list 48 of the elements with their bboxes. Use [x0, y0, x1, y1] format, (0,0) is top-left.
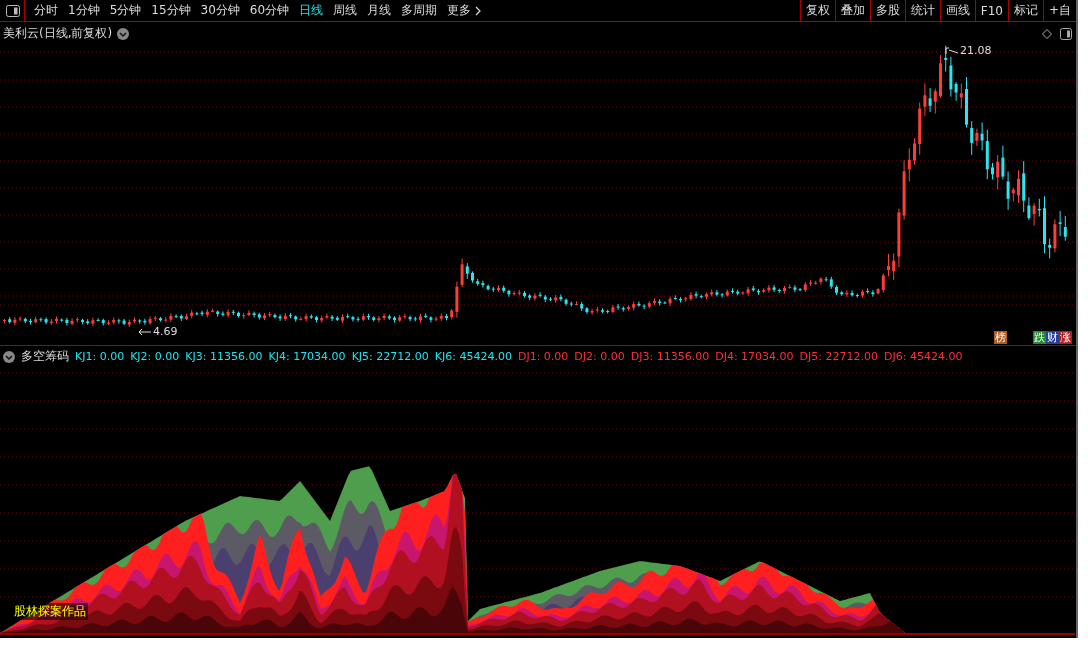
period-tab[interactable]: 日线: [294, 2, 329, 19]
indicator-value: DJ5: 22712.00: [799, 350, 878, 363]
toolbar-button[interactable]: 叠加: [834, 0, 870, 21]
period-tab[interactable]: 周线: [328, 2, 363, 19]
indicator-value: KJ3: 11356.00: [185, 350, 263, 363]
tag: 跌: [1033, 331, 1046, 344]
chevron-icon: [475, 5, 482, 16]
toolbar-button[interactable]: 统计: [904, 0, 940, 21]
toolbar-button[interactable]: 多股: [869, 0, 905, 21]
stock-title: 美利云(日线,前复权): [3, 25, 113, 42]
indicator-value: DJ6: 45424.00: [884, 350, 963, 363]
tag: 涨: [1059, 331, 1072, 344]
low-price-label: 4.69: [153, 325, 178, 338]
toolbar-button[interactable]: +自: [1042, 0, 1076, 21]
dropdown-icon[interactable]: [3, 350, 15, 363]
period-tab[interactable]: 30分钟: [195, 2, 245, 19]
toolbar-button[interactable]: 标记: [1007, 0, 1043, 21]
period-tab[interactable]: 多周期: [396, 2, 443, 19]
indicator-value: KJ5: 22712.00: [351, 350, 429, 363]
toolbar-button[interactable]: 画线: [939, 0, 975, 21]
indicator-name: 多空筹码: [21, 348, 69, 365]
period-tab[interactable]: 15分钟: [146, 2, 196, 19]
period-tab[interactable]: 5分钟: [104, 2, 147, 19]
period-tab[interactable]: 更多: [442, 2, 487, 19]
diamond-icon[interactable]: [1042, 29, 1052, 39]
period-tab[interactable]: 分时: [29, 2, 63, 19]
tag: 财: [1046, 331, 1059, 344]
period-tab[interactable]: 月线: [362, 2, 397, 19]
indicator-value: KJ6: 45424.00: [434, 350, 512, 363]
leader-arrow: [138, 327, 152, 336]
indicator-value: DJ4: 17034.00: [715, 350, 794, 363]
toolbar-button[interactable]: F10: [974, 0, 1008, 21]
leader-line: [945, 46, 959, 55]
indicator-value: KJ4: 17034.00: [268, 350, 346, 363]
panel-toggle-icon[interactable]: [1060, 28, 1072, 40]
indicator-value: DJ3: 11356.00: [630, 350, 710, 363]
period-tab[interactable]: 1分钟: [63, 2, 105, 19]
indicator-value: DJ1: 0.00: [517, 350, 569, 363]
high-price-label: 21.08: [960, 44, 992, 57]
panel-toggle-icon[interactable]: [6, 4, 20, 17]
credit-label: 股林探案作品: [12, 603, 88, 620]
indicator-value: DJ2: 0.00: [574, 350, 625, 363]
tag: 榜: [994, 331, 1007, 344]
period-tab[interactable]: 60分钟: [244, 2, 295, 19]
dropdown-icon[interactable]: [117, 27, 130, 40]
toolbar-button[interactable]: 复权: [799, 0, 835, 21]
indicator-value: KJ1: 0.00: [75, 350, 125, 363]
indicator-value: KJ2: 0.00: [130, 350, 180, 363]
